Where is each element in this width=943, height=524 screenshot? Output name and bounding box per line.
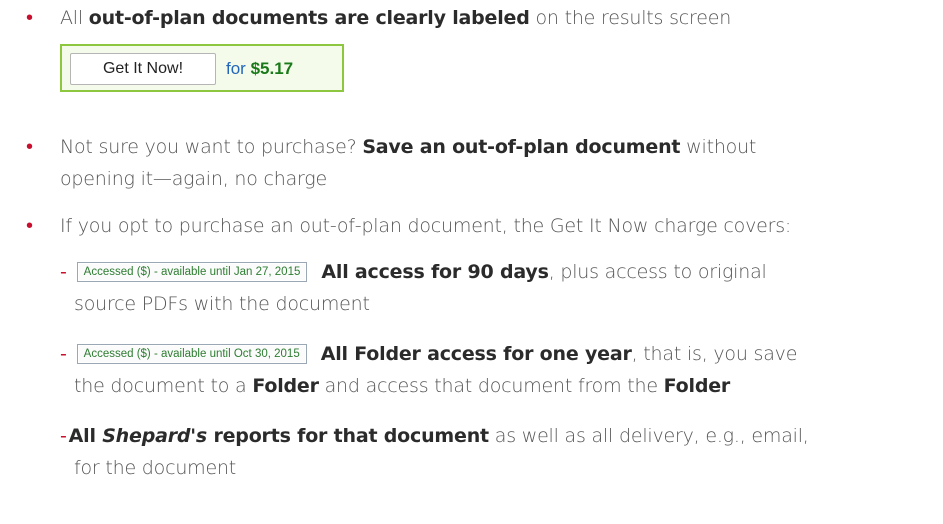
sub-item-text: - Accessed ($) - available until Jan 27, …	[60, 256, 929, 320]
sub-item-folder: - Accessed ($) - available until Oct 30, …	[60, 338, 929, 402]
text-fragment: source PDFs with the document	[74, 293, 370, 315]
text-fragment: on the results screen	[529, 7, 732, 29]
price-amount: $5.17	[250, 59, 294, 78]
text-fragment: , plus access to original	[548, 261, 767, 283]
dash-marker: -	[60, 425, 67, 447]
bullet-item-labeled: • All out-of-plan documents are clearly …	[26, 2, 933, 34]
dash-marker: -	[60, 343, 67, 365]
dash-marker: -	[60, 261, 67, 283]
emphasis-text: Folder	[663, 375, 731, 397]
emphasis-text: Folder	[252, 375, 319, 397]
text-fragment: opening it—again, no charge	[60, 168, 328, 190]
emphasis-text: Save an out-of-plan document	[362, 136, 681, 158]
get-it-now-sample: Get It Now! for $5.17	[60, 44, 344, 92]
emphasis-italic-text: Shepard's	[102, 425, 208, 447]
bullet-dot: •	[26, 136, 34, 158]
emphasis-text: All Folder access for one year	[320, 343, 632, 365]
access-status-badge: Accessed ($) - available until Jan 27, 2…	[76, 262, 308, 282]
sub-item-shepards: - All Shepard's reports for that document…	[60, 420, 929, 484]
slide: • All out-of-plan documents are clearly …	[0, 0, 943, 524]
bullet-text: All out-of-plan documents are clearly la…	[60, 2, 933, 34]
text-fragment: for the document	[74, 457, 237, 479]
text-line: the document to a Folder and access that…	[74, 375, 730, 397]
price-prefix: for	[226, 59, 251, 78]
sub-item-90-days: - Accessed ($) - available until Jan 27, …	[60, 256, 929, 320]
emphasis-text: reports for that document	[207, 425, 489, 447]
sub-item-text: - All Shepard's reports for that document…	[60, 420, 929, 484]
text-fragment: Not sure you want to purchase?	[60, 136, 363, 158]
emphasis-text: out-of-plan documents are clearly labele…	[88, 7, 530, 29]
get-it-now-button[interactable]: Get It Now!	[70, 53, 216, 85]
bullet-item-purchase: • If you opt to purchase an out-of-plan …	[26, 210, 933, 242]
emphasis-text: All access for 90 days	[321, 261, 549, 283]
bullet-dot: •	[26, 215, 34, 237]
text-fragment: as well as all delivery, e.g., email,	[488, 425, 809, 447]
access-status-badge: Accessed ($) - available until Oct 30, 2…	[76, 344, 307, 364]
bullet-item-save: • Not sure you want to purchase? Save an…	[26, 131, 933, 195]
text-fragment: the document to a	[74, 375, 253, 397]
text-fragment: , that is, you save	[631, 343, 798, 365]
bullet-text: If you opt to purchase an out-of-plan do…	[60, 215, 792, 237]
sub-item-text: - Accessed ($) - available until Oct 30, …	[60, 338, 929, 402]
text-fragment: and access that document from the	[318, 375, 664, 397]
bullet-dot: •	[26, 7, 34, 29]
emphasis-text: All	[68, 425, 103, 447]
get-it-now-price: for $5.17	[226, 53, 293, 85]
bullet-text: Not sure you want to purchase? Save an o…	[60, 131, 933, 195]
text-fragment: All	[60, 7, 89, 29]
text-fragment: without	[680, 136, 757, 158]
